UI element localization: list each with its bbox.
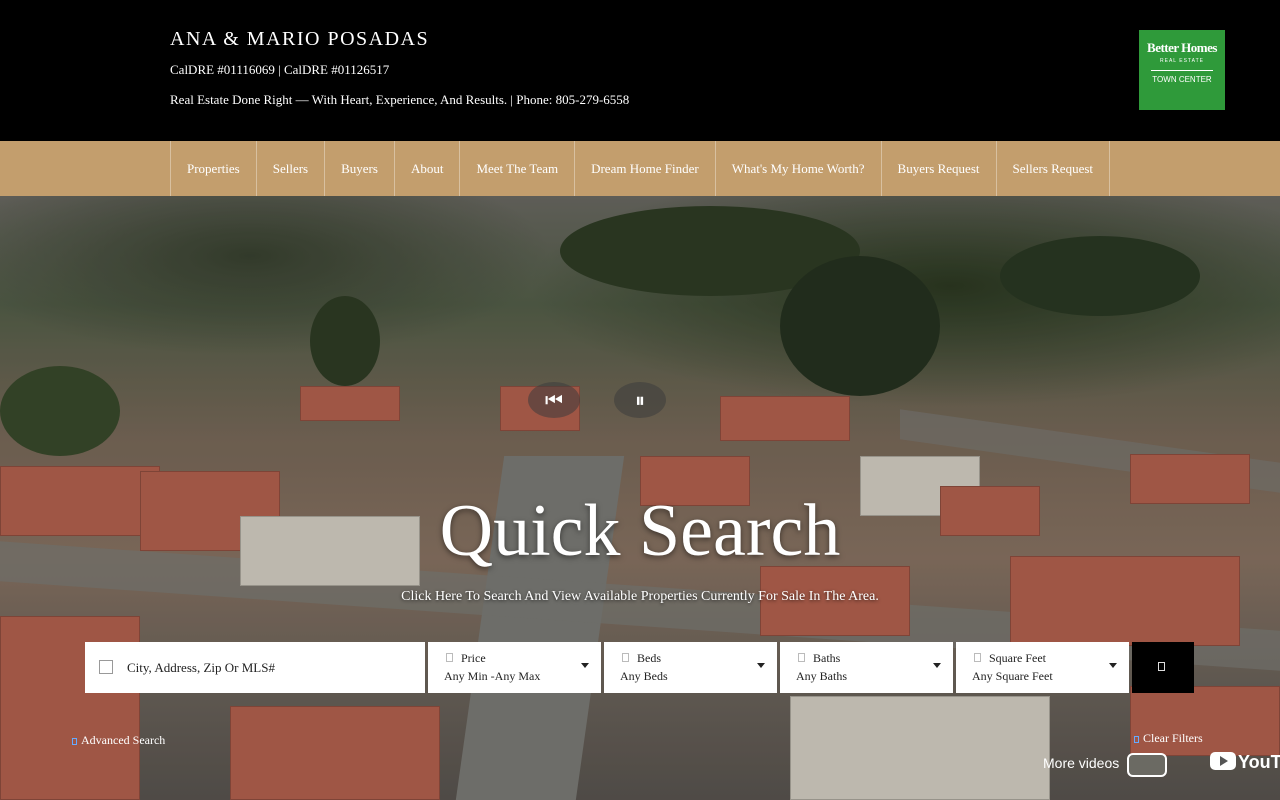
- beds-filter-value: Any Beds: [620, 669, 668, 683]
- square-feet-filter-label: Square Feet: [989, 651, 1046, 665]
- baths-filter[interactable]: Baths Any Baths: [780, 642, 953, 693]
- nav-item-sellers-request[interactable]: Sellers Request: [997, 141, 1111, 196]
- nav-item-home-worth[interactable]: What's My Home Worth?: [716, 141, 882, 196]
- price-filter-label: Price: [461, 651, 486, 665]
- chevron-down-icon: [1109, 663, 1117, 668]
- price-filter-value: Any Min -Any Max: [444, 669, 541, 683]
- location-checkbox[interactable]: [99, 660, 113, 674]
- bed-icon: [622, 653, 629, 662]
- clear-filters-icon: [1134, 735, 1139, 743]
- nav-item-meet-the-team[interactable]: Meet The Team: [460, 141, 576, 196]
- advanced-search-label: Advanced Search: [81, 733, 166, 747]
- main-nav: Properties Sellers Buyers About Meet The…: [0, 141, 1280, 196]
- youtube-link[interactable]: YouTube: [1210, 752, 1280, 773]
- quick-search-subtitle[interactable]: Click Here To Search And View Available …: [0, 589, 1280, 605]
- more-videos-link[interactable]: More videos: [1043, 755, 1119, 771]
- advanced-search-link[interactable]: Advanced Search: [72, 733, 165, 748]
- advanced-search-icon: [72, 737, 77, 745]
- baths-filter-label: Baths: [813, 651, 841, 665]
- logo-text-primary: Better Homes: [1147, 40, 1217, 55]
- beds-filter[interactable]: Beds Any Beds: [604, 642, 777, 693]
- square-feet-filter[interactable]: Square Feet Any Square Feet: [956, 642, 1129, 693]
- previous-video-button[interactable]: ⏮: [528, 382, 580, 418]
- nav-item-sellers[interactable]: Sellers: [257, 141, 326, 196]
- quick-search-title: Quick Search: [439, 490, 841, 572]
- nav-item-properties[interactable]: Properties: [171, 141, 257, 196]
- pause-icon: ⏸: [635, 388, 645, 412]
- square-feet-filter-value: Any Square Feet: [972, 669, 1053, 683]
- youtube-play-icon: [1210, 752, 1236, 770]
- logo-text-sub: REAL ESTATE: [1160, 58, 1204, 64]
- clear-filters-label: Clear Filters: [1143, 731, 1203, 745]
- brokerage-logo[interactable]: Better Homes REAL ESTATE TOWN CENTER: [1139, 30, 1225, 110]
- hero-video: ⏮ ⏸ Quick Search Click Here To Search An…: [0, 196, 1280, 800]
- baths-filter-value: Any Baths: [796, 669, 847, 683]
- more-videos-thumbnail[interactable]: [1127, 753, 1167, 777]
- youtube-label: YouTube: [1238, 752, 1280, 772]
- chevron-down-icon: [581, 663, 589, 668]
- chevron-down-icon: [933, 663, 941, 668]
- chevron-down-icon: [757, 663, 765, 668]
- site-header: ANA & MARIO POSADAS CalDRE #01116069 | C…: [0, 0, 1280, 141]
- license-numbers: CalDRE #01116069 | CalDRE #01126517: [170, 62, 390, 77]
- nav-item-about[interactable]: About: [395, 141, 461, 196]
- beds-filter-label: Beds: [637, 651, 661, 665]
- price-icon: [446, 653, 453, 662]
- nav-list: Properties Sellers Buyers About Meet The…: [170, 141, 1111, 196]
- price-filter[interactable]: Price Any Min -Any Max: [428, 642, 601, 693]
- location-search-input[interactable]: [127, 642, 417, 693]
- location-search: [85, 642, 425, 693]
- nav-item-dream-home-finder[interactable]: Dream Home Finder: [575, 141, 716, 196]
- search-bar: Price Any Min -Any Max Beds Any Beds Bat…: [85, 642, 1194, 693]
- clear-filters-link[interactable]: Clear Filters: [1134, 731, 1203, 746]
- bath-icon: [798, 653, 805, 662]
- nav-item-buyers[interactable]: Buyers: [325, 141, 395, 196]
- search-button[interactable]: [1132, 642, 1194, 693]
- tagline: Real Estate Done Right — With Heart, Exp…: [170, 92, 630, 107]
- skip-back-icon: ⏮: [545, 388, 563, 412]
- agent-name[interactable]: ANA & MARIO POSADAS: [170, 28, 429, 51]
- nav-item-buyers-request[interactable]: Buyers Request: [882, 141, 997, 196]
- pause-video-button[interactable]: ⏸: [614, 382, 666, 418]
- area-icon: [974, 653, 981, 662]
- logo-divider: [1151, 70, 1213, 71]
- logo-office: TOWN CENTER: [1152, 75, 1212, 84]
- search-icon: [1158, 662, 1165, 671]
